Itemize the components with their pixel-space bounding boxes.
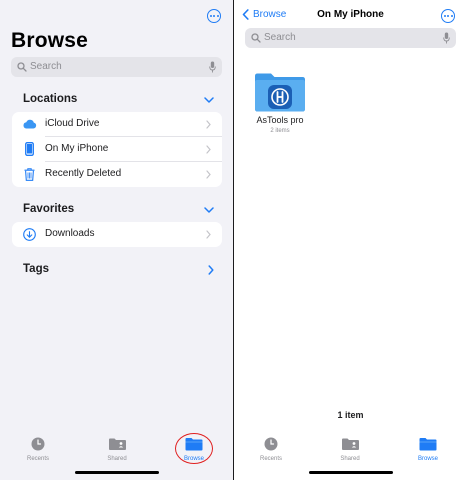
chevron-right-icon — [206, 230, 211, 239]
tab-label: Recents — [259, 456, 282, 462]
chevron-right-icon[interactable] — [208, 265, 214, 275]
folder-name: AsTools pro — [256, 115, 304, 125]
row-label: iCloud Drive — [45, 118, 100, 129]
tab-label: Shared — [107, 456, 127, 462]
microphone-icon[interactable] — [209, 61, 216, 73]
search-placeholder: Search — [264, 32, 296, 43]
clock-icon — [31, 437, 45, 451]
folder-astools-pro[interactable]: AsTools pro 2 items — [254, 72, 306, 134]
download-icon — [21, 226, 37, 242]
chevron-right-icon — [206, 120, 211, 129]
tab-bar: Recents Shared Browse — [234, 428, 467, 480]
browse-screen: Browse Search Locations iCloud Drive On … — [0, 0, 233, 480]
chevron-down-icon[interactable] — [204, 206, 214, 214]
location-recently-deleted[interactable]: Recently Deleted — [12, 162, 222, 187]
shared-folder-icon — [341, 438, 359, 450]
search-field[interactable]: Search — [11, 57, 222, 77]
shared-folder-icon — [108, 438, 126, 450]
iphone-icon — [21, 141, 37, 157]
chevron-right-icon — [206, 145, 211, 154]
search-placeholder: Search — [30, 61, 62, 72]
locations-header[interactable]: Locations — [23, 93, 77, 105]
icloud-icon — [21, 116, 37, 132]
tab-label: Recents — [26, 456, 49, 462]
folder-item-count: 2 items — [270, 128, 290, 134]
clock-icon — [264, 437, 278, 451]
item-count: 1 item — [337, 410, 364, 420]
locations-list: iCloud Drive On My iPhone Recently Delet… — [12, 112, 222, 187]
tab-recents[interactable]: Recents — [13, 436, 63, 462]
more-options-icon[interactable] — [441, 9, 455, 23]
tab-shared[interactable]: Shared — [92, 436, 142, 462]
favorites-header[interactable]: Favorites — [23, 203, 74, 215]
on-my-iphone-screen: Browse On My iPhone Search AsTools pro 2… — [234, 0, 467, 480]
chevron-right-icon — [206, 170, 211, 179]
more-options-icon[interactable] — [207, 9, 221, 23]
tab-label: Shared — [340, 456, 360, 462]
highlight-annotation-ring — [175, 433, 213, 464]
home-indicator — [308, 471, 393, 474]
nav-title: On My iPhone — [317, 9, 384, 20]
row-label: On My iPhone — [45, 143, 109, 154]
search-icon — [251, 33, 261, 43]
microphone-icon[interactable] — [443, 32, 450, 44]
tags-header[interactable]: Tags — [23, 263, 49, 275]
chevron-down-icon[interactable] — [204, 96, 214, 104]
page-title: Browse — [11, 29, 89, 52]
favorites-list: Downloads — [12, 222, 222, 247]
trash-icon — [21, 166, 37, 182]
row-label: Downloads — [45, 228, 95, 239]
favorite-downloads[interactable]: Downloads — [12, 222, 222, 247]
tab-shared[interactable]: Shared — [325, 436, 375, 462]
tab-label: Browse — [417, 456, 438, 462]
astools-logo-icon — [268, 85, 292, 109]
tab-recents[interactable]: Recents — [246, 436, 296, 462]
home-indicator — [74, 471, 159, 474]
location-on-my-iphone[interactable]: On My iPhone — [12, 137, 222, 162]
search-icon — [17, 62, 27, 72]
row-label: Recently Deleted — [45, 168, 122, 179]
tab-browse[interactable]: Browse — [403, 436, 453, 462]
folder-icon — [419, 438, 437, 451]
search-field[interactable]: Search — [245, 28, 456, 48]
location-icloud-drive[interactable]: iCloud Drive — [12, 112, 222, 137]
